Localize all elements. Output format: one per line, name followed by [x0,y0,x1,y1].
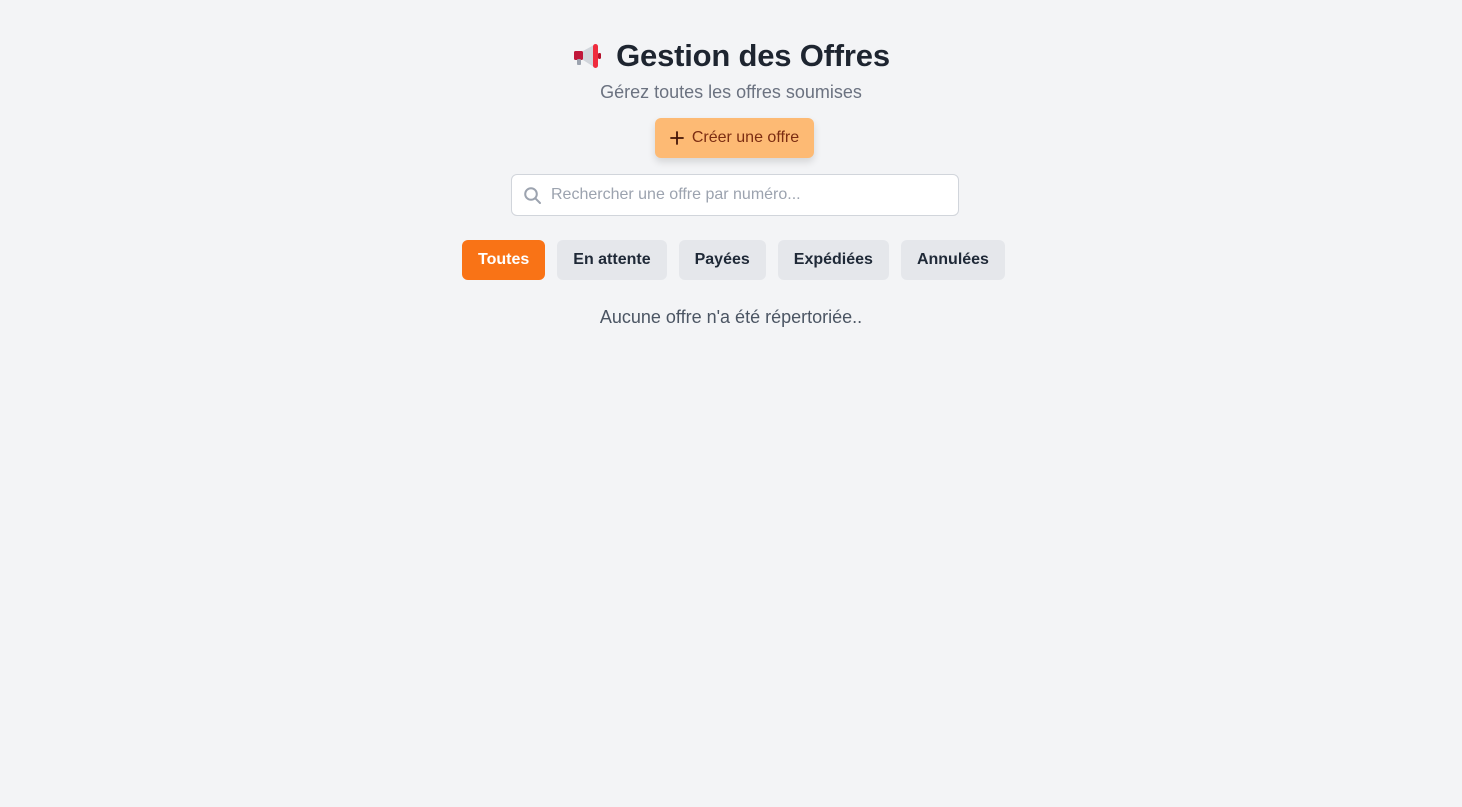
search-input[interactable] [551,175,951,215]
status-filter-tabs: Toutes En attente Payées Expédiées Annul… [462,240,1005,280]
filter-tab-cancelled[interactable]: Annulées [900,240,1005,280]
search-box [511,174,959,216]
plus-icon [669,131,684,145]
title-row: Gestion des Offres [572,36,890,76]
page-header: Gestion des Offres Gérez toutes les offr… [0,36,1462,103]
page-title: Gestion des Offres [616,38,890,73]
filter-tab-pending[interactable]: En attente [557,240,667,280]
megaphone-icon [572,40,604,72]
filter-tab-shipped[interactable]: Expédiées [777,240,889,280]
page-subtitle: Gérez toutes les offres soumises [600,82,862,102]
filter-tab-paid[interactable]: Payées [678,240,766,280]
create-offer-button[interactable]: Créer une offre [655,118,814,158]
filter-tab-all[interactable]: Toutes [462,240,546,280]
empty-state-message: Aucune offre n'a été répertoriée.. [599,307,863,327]
search-icon [523,186,542,205]
create-offer-label: Créer une offre [691,129,800,146]
offers-page: Gestion des Offres Gérez toutes les offr… [0,0,1462,807]
